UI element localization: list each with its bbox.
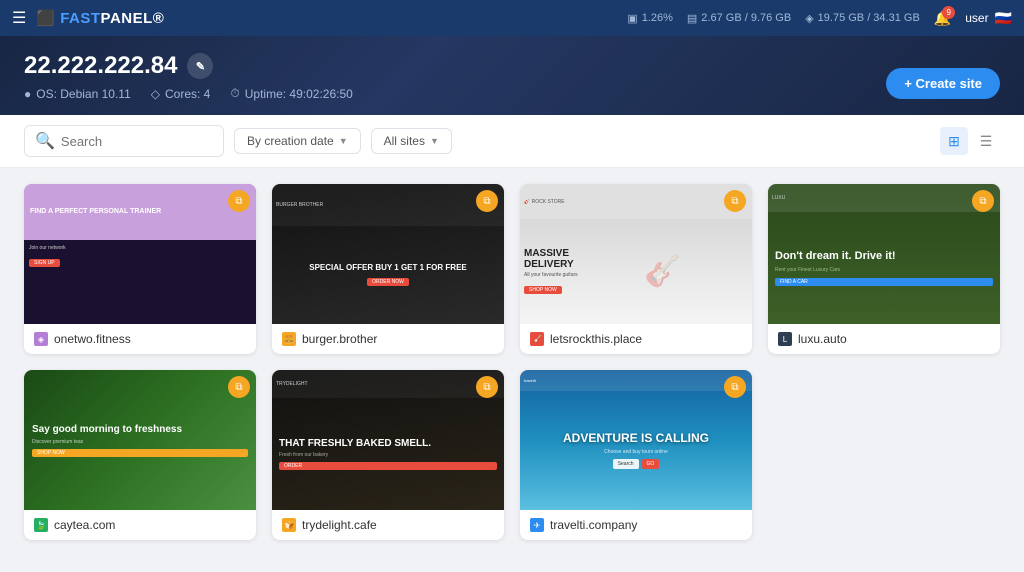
chevron-down-icon: ▼ <box>430 136 439 146</box>
edit-ip-button[interactable]: ✎ <box>187 53 213 79</box>
ip-address: 22.222.222.84 <box>24 52 177 80</box>
disk-stat: ◈ 19.75 GB / 34.31 GB <box>805 12 920 25</box>
site-card[interactable]: TRYDELIGHT THAT FRESHLY BAKED SMELL. Fre… <box>272 370 504 540</box>
server-header: 22.222.222.84 ✎ ● OS: Debian 10.11 ◇ Cor… <box>0 36 1024 115</box>
ram-icon: ▤ <box>687 12 697 25</box>
cores-icon: ◇ <box>151 87 160 101</box>
site-card[interactable]: 🎸 ROCK STORE MASSIVEDELIVERY All your fa… <box>520 184 752 354</box>
site-favicon: ✈ <box>530 518 544 532</box>
grid-view-button[interactable]: ⊞ <box>940 127 968 155</box>
copy-icon[interactable]: ⧉ <box>724 190 746 212</box>
copy-icon[interactable]: ⧉ <box>972 190 994 212</box>
site-domain: travelti.company <box>550 518 637 532</box>
uptime-info: ⏱ Uptime: 49:02:26:50 <box>230 86 352 101</box>
view-toggle: ⊞ ☰ <box>940 127 1000 155</box>
card-footer: L luxu.auto <box>768 324 1000 354</box>
logo: ⬛ FASTPANEL® <box>36 9 164 27</box>
create-site-button[interactable]: + Create site <box>886 68 1000 99</box>
uptime-icon: ⏱ <box>230 86 239 101</box>
site-card[interactable]: LUXU Don't dream it. Drive it! Rent your… <box>768 184 1000 354</box>
site-card[interactable]: Say good morning to freshness Discover p… <box>24 370 256 540</box>
server-meta: ● OS: Debian 10.11 ◇ Cores: 4 ⏱ Uptime: … <box>24 86 1000 101</box>
site-favicon: 🎸 <box>530 332 544 346</box>
copy-icon[interactable]: ⧉ <box>228 376 250 398</box>
search-icon: 🔍 <box>35 131 55 151</box>
sites-grid: FIND A PERFECT PERSONAL TRAINER Join our… <box>0 168 1024 556</box>
notifications-bell[interactable]: 🔔 9 <box>934 10 951 27</box>
nav-right: ▣ 1.26% ▤ 2.67 GB / 9.76 GB ◈ 19.75 GB /… <box>627 10 1012 27</box>
all-sites-filter[interactable]: All sites ▼ <box>371 128 452 154</box>
site-favicon: 🍞 <box>282 518 296 532</box>
copy-icon[interactable]: ⧉ <box>228 190 250 212</box>
card-thumbnail: TRYDELIGHT THAT FRESHLY BAKED SMELL. Fre… <box>272 370 504 510</box>
site-domain: letsrockthis.place <box>550 332 642 346</box>
nav-left: ☰ ⬛ FASTPANEL® <box>12 8 164 28</box>
list-view-button[interactable]: ☰ <box>972 127 1000 155</box>
site-card[interactable]: FIND A PERFECT PERSONAL TRAINER Join our… <box>24 184 256 354</box>
card-footer: ◈ onetwo.fitness <box>24 324 256 354</box>
card-thumbnail: Say good morning to freshness Discover p… <box>24 370 256 510</box>
os-icon: ● <box>24 87 31 101</box>
site-domain: burger.brother <box>302 332 377 346</box>
search-box[interactable]: 🔍 <box>24 125 224 157</box>
site-favicon: 🍔 <box>282 332 296 346</box>
site-favicon: ◈ <box>34 332 48 346</box>
cpu-icon: ▣ <box>627 12 637 25</box>
user-label: user <box>965 11 988 25</box>
card-thumbnail: FIND A PERFECT PERSONAL TRAINER Join our… <box>24 184 256 324</box>
site-card[interactable]: BURGER BROTHER SPECIAL OFFER BUY 1 GET 1… <box>272 184 504 354</box>
card-footer: 🎸 letsrockthis.place <box>520 324 752 354</box>
creation-date-filter[interactable]: By creation date ▼ <box>234 128 361 154</box>
os-info: ● OS: Debian 10.11 <box>24 87 131 101</box>
card-thumbnail: BURGER BROTHER SPECIAL OFFER BUY 1 GET 1… <box>272 184 504 324</box>
card-footer: 🍃 caytea.com <box>24 510 256 540</box>
disk-icon: ◈ <box>805 12 813 25</box>
cpu-stat: ▣ 1.26% <box>627 12 673 25</box>
user-menu[interactable]: user 🇷🇺 <box>965 10 1012 27</box>
card-thumbnail: 🎸 ROCK STORE MASSIVEDELIVERY All your fa… <box>520 184 752 324</box>
card-footer: 🍞 trydelight.cafe <box>272 510 504 540</box>
copy-icon[interactable]: ⧉ <box>476 376 498 398</box>
site-favicon: L <box>778 332 792 346</box>
ram-stat: ▤ 2.67 GB / 9.76 GB <box>687 12 791 25</box>
site-card[interactable]: travelti ADVENTURE IS CALLING Choose and… <box>520 370 752 540</box>
copy-icon[interactable]: ⧉ <box>724 376 746 398</box>
notification-badge: 9 <box>942 6 955 19</box>
copy-icon[interactable]: ⧉ <box>476 190 498 212</box>
card-footer: ✈ travelti.company <box>520 510 752 540</box>
top-nav: ☰ ⬛ FASTPANEL® ▣ 1.26% ▤ 2.67 GB / 9.76 … <box>0 0 1024 36</box>
search-input[interactable] <box>61 134 213 149</box>
site-domain: caytea.com <box>54 518 115 532</box>
site-domain: trydelight.cafe <box>302 518 377 532</box>
server-ip-section: 22.222.222.84 ✎ <box>24 52 1000 80</box>
toolbar: 🔍 By creation date ▼ All sites ▼ ⊞ ☰ <box>0 115 1024 168</box>
flag-icon: 🇷🇺 <box>995 10 1012 27</box>
cores-info: ◇ Cores: 4 <box>151 87 211 101</box>
card-footer: 🍔 burger.brother <box>272 324 504 354</box>
site-domain: onetwo.fitness <box>54 332 131 346</box>
chevron-down-icon: ▼ <box>339 136 348 146</box>
card-thumbnail: travelti ADVENTURE IS CALLING Choose and… <box>520 370 752 510</box>
hamburger-icon[interactable]: ☰ <box>12 8 26 28</box>
site-domain: luxu.auto <box>798 332 847 346</box>
site-favicon: 🍃 <box>34 518 48 532</box>
card-thumbnail: LUXU Don't dream it. Drive it! Rent your… <box>768 184 1000 324</box>
